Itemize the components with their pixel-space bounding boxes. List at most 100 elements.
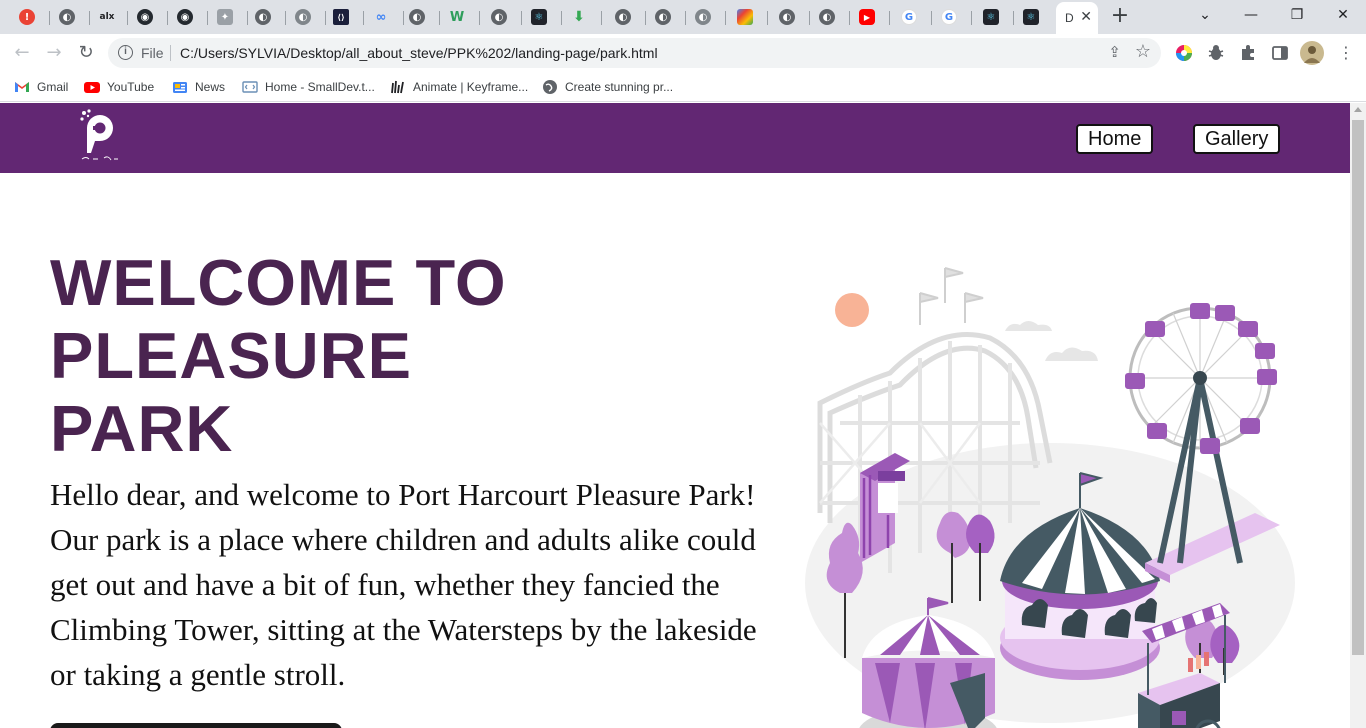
color-picker-extension-icon[interactable] <box>1174 43 1194 63</box>
bookmark-smalldev[interactable]: Home - SmallDev.t... <box>242 77 375 97</box>
globe-icon: ◐ <box>409 9 425 25</box>
pleasure-park-logo[interactable] <box>80 109 120 165</box>
close-tab-icon[interactable]: ✕ <box>1080 9 1092 25</box>
tab-10[interactable]: ∞ <box>364 3 404 31</box>
bookmark-create[interactable]: Create stunning pr... <box>542 77 673 97</box>
tab-2[interactable]: ◐ <box>50 3 90 31</box>
page-viewport: Home Gallery WELCOME TO PLEASURE PARK He… <box>0 103 1350 728</box>
bookmark-gmail[interactable]: Gmail <box>14 77 68 97</box>
tab-18[interactable]: ◐ <box>686 3 726 31</box>
bookmark-label: Home - SmallDev.t... <box>265 80 375 94</box>
minimize-button[interactable]: — <box>1228 4 1274 28</box>
bookmark-label: Create stunning pr... <box>565 80 674 94</box>
new-tab-button[interactable]: + <box>1108 5 1132 29</box>
forward-button[interactable]: → <box>42 41 66 65</box>
chrome-menu-icon[interactable]: ⋮ <box>1334 41 1358 65</box>
tab-14[interactable]: ⚛ <box>522 3 562 31</box>
globe-icon <box>543 80 557 94</box>
code-icon: ⟨⟩ <box>333 9 349 25</box>
tab-5[interactable]: ◉ <box>168 3 208 31</box>
share-icon[interactable]: ⇪ <box>1108 43 1121 61</box>
tab-17[interactable]: ◐ <box>646 3 686 31</box>
close-window-button[interactable]: ✕ <box>1320 4 1366 28</box>
tab-4[interactable]: ◉ <box>128 3 168 31</box>
omnibox-divider <box>170 45 171 61</box>
tab-23[interactable]: G <box>892 3 932 31</box>
extensions-puzzle-icon[interactable] <box>1238 43 1258 63</box>
google-icon: G <box>941 9 957 25</box>
address-bar[interactable]: i File C:/Users/SYLVIA/Desktop/all_about… <box>108 38 1161 68</box>
tab-16[interactable]: ◐ <box>606 3 646 31</box>
tab-11[interactable]: ◐ <box>400 3 440 31</box>
smalldev-icon <box>242 81 258 93</box>
profile-avatar[interactable] <box>1300 41 1324 65</box>
tab-7[interactable]: ◐ <box>246 3 286 31</box>
youtube-icon: ▶ <box>859 9 875 25</box>
tab-26[interactable]: ⚛ <box>1014 3 1054 31</box>
bookmarks-bar: Gmail YouTube News Home - SmallDev.t... … <box>0 72 1366 102</box>
bookmark-keyframe[interactable]: Animate | Keyframe... <box>390 77 528 97</box>
globe-icon: ◐ <box>779 9 795 25</box>
react-icon: ⚛ <box>983 9 999 25</box>
photos-icon <box>737 9 753 25</box>
github-icon: ◉ <box>137 9 153 25</box>
url-text[interactable]: C:/Users/SYLVIA/Desktop/all_about_steve/… <box>180 45 658 61</box>
scrollbar-thumb[interactable] <box>1352 120 1364 655</box>
alx-icon: alx <box>99 12 115 22</box>
tab-3[interactable]: alx <box>88 3 128 31</box>
bookmark-label: Gmail <box>37 80 69 94</box>
keyframe-icon <box>391 80 404 94</box>
bookmark-label: Animate | Keyframe... <box>413 80 529 94</box>
globe-icon: ◐ <box>491 9 507 25</box>
tab-24[interactable]: G <box>932 3 972 31</box>
bookmark-news[interactable]: News <box>172 77 225 97</box>
tab-20[interactable]: ◐ <box>770 3 810 31</box>
react-icon: ⚛ <box>1023 9 1039 25</box>
scheme-label: File <box>141 45 164 61</box>
tab-search-icon[interactable]: ⌄ <box>1182 4 1228 28</box>
scroll-up-arrow-icon[interactable] <box>1354 107 1362 112</box>
info-icon[interactable]: i <box>118 45 133 60</box>
tab-6[interactable]: ✦ <box>208 3 248 31</box>
github-icon: ◉ <box>177 9 193 25</box>
google-icon: G <box>901 9 917 25</box>
bookmark-label: News <box>195 80 226 94</box>
alert-icon: ! <box>19 9 35 25</box>
nav-gallery-link[interactable]: Gallery <box>1193 124 1281 154</box>
back-button[interactable]: ← <box>10 41 34 65</box>
tab-1[interactable]: ! <box>10 3 50 31</box>
bookmark-youtube[interactable]: YouTube <box>84 77 154 97</box>
tab-8[interactable]: ◐ <box>286 3 326 31</box>
news-icon <box>173 82 187 93</box>
reload-button[interactable]: ↻ <box>74 41 98 65</box>
side-panel-icon[interactable] <box>1270 43 1290 63</box>
tab-22[interactable]: ▶ <box>850 3 890 31</box>
globe-icon: ◐ <box>819 9 835 25</box>
tab-13[interactable]: ◐ <box>482 3 522 31</box>
tab-active[interactable]: D ✕ <box>1056 2 1098 34</box>
globe-icon: ◐ <box>255 9 271 25</box>
bug-extension-icon[interactable] <box>1206 43 1226 63</box>
tab-19[interactable] <box>728 3 768 31</box>
tab-21[interactable]: ◐ <box>810 3 850 31</box>
download-icon: ⬇ <box>573 9 585 25</box>
infinity-icon: ∞ <box>375 9 387 25</box>
tab-12[interactable]: W <box>440 3 480 31</box>
bookmark-star-icon[interactable]: ☆ <box>1135 41 1151 62</box>
hero-cta-button[interactable] <box>50 723 342 728</box>
react-icon: ⚛ <box>531 9 547 25</box>
nav-home-link[interactable]: Home <box>1076 124 1154 154</box>
amusement-park-illustration <box>805 267 1295 728</box>
tab-strip: ! ◐ alx ◉ ◉ ✦ ◐ ◐ ⟨⟩ ∞ ◐ W ◐ ⚛ ⬇ ◐ ◐ ◐ ◐… <box>0 0 1366 34</box>
figma-icon: ✦ <box>217 9 233 25</box>
bookmark-label: YouTube <box>107 80 155 94</box>
active-tab-title: D <box>1065 11 1074 25</box>
globe-icon: ◐ <box>295 9 311 25</box>
restore-button[interactable]: ❐ <box>1274 4 1320 28</box>
globe-icon: ◐ <box>59 9 75 25</box>
tab-9[interactable]: ⟨⟩ <box>324 3 364 31</box>
page-scrollbar[interactable] <box>1350 103 1366 728</box>
tab-15[interactable]: ⬇ <box>562 3 602 31</box>
tab-25[interactable]: ⚛ <box>974 3 1014 31</box>
site-header: Home Gallery <box>0 103 1350 173</box>
